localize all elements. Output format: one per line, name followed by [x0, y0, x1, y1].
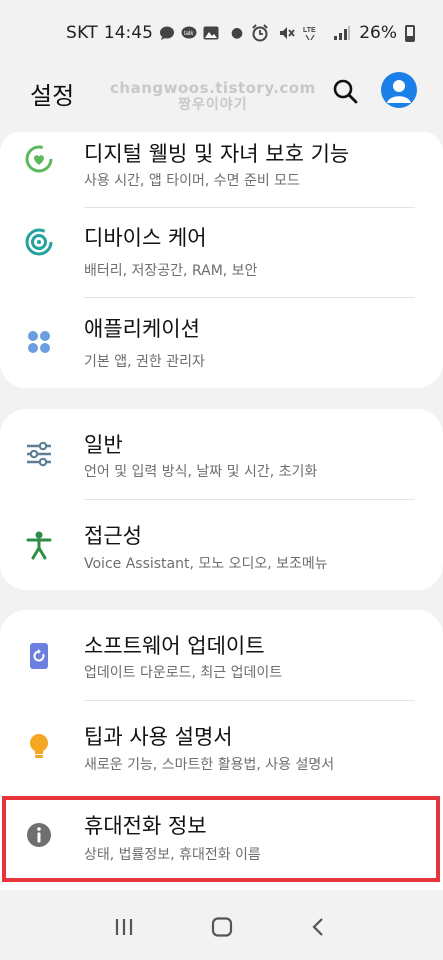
item-title: 일반 — [84, 433, 123, 457]
carrier-label: SKT — [66, 23, 98, 43]
search-button[interactable] — [330, 76, 362, 108]
lte-signal-icon: LTE — [303, 27, 316, 41]
item-subtitle: 기본 앱, 권한 관리자 — [84, 354, 205, 370]
gallery-icon — [203, 26, 219, 40]
signal-bars-icon — [334, 26, 351, 40]
navigation-bar — [0, 890, 443, 960]
item-title: 애플리케이션 — [84, 317, 200, 341]
status-left: SKT 14:45 talk ● — [66, 23, 243, 43]
item-subtitle: 배터리, 저장공간, RAM, 보안 — [84, 263, 258, 279]
account-icon — [387, 80, 411, 103]
item-title: 휴대전화 정보 — [84, 814, 207, 838]
home-icon — [211, 917, 233, 937]
software-update-icon — [24, 641, 54, 671]
lte-label: LTE — [303, 27, 316, 34]
recents-icon — [115, 919, 133, 935]
item-subtitle: 새로운 기능, 스마트한 활용법, 사용 설명서 — [84, 757, 335, 773]
settings-item-software-update[interactable]: 소프트웨어 업데이트 업데이트 다운로드, 최근 업데이트 — [0, 610, 443, 700]
settings-item-about-phone[interactable]: 휴대전화 정보 상태, 법률정보, 휴대전화 이름 — [0, 796, 443, 886]
battery-percent: 26% — [359, 23, 397, 43]
mute-icon — [280, 27, 295, 39]
app-header: 설정 changwoos.tistory.com 짱우이야기 — [0, 66, 443, 132]
device-care-icon — [24, 227, 54, 257]
status-right: LTE 26% — [251, 23, 415, 43]
apps-icon — [24, 327, 54, 357]
talk-icon: talk — [181, 26, 197, 39]
item-subtitle: 사용 시간, 앱 타이머, 수면 준비 모드 — [84, 173, 300, 189]
settings-item-general-management[interactable]: 일반 언어 및 입력 방식, 날짜 및 시간, 초기화 — [0, 409, 443, 499]
general-management-icon — [24, 439, 54, 469]
battery-icon — [405, 24, 415, 42]
alarm-icon — [252, 24, 268, 42]
settings-group-2: 일반 언어 및 입력 방식, 날짜 및 시간, 초기화 접근성 Voice As… — [0, 409, 443, 590]
item-title: 디지털 웰빙 및 자녀 보호 기능 — [84, 142, 350, 166]
settings-item-tips[interactable]: 팁과 사용 설명서 새로운 기능, 스마트한 활용법, 사용 설명서 — [0, 701, 443, 791]
item-title: 접근성 — [84, 524, 142, 548]
back-button[interactable] — [299, 912, 339, 942]
chat-icon — [159, 26, 174, 40]
page-title: 설정 — [30, 82, 75, 110]
recents-button[interactable] — [104, 912, 144, 942]
settings-group-3: 소프트웨어 업데이트 업데이트 다운로드, 최근 업데이트 팁과 사용 설명서 … — [0, 610, 443, 890]
tips-icon — [24, 731, 54, 761]
settings-item-applications[interactable]: 애플리케이션 기본 앱, 권한 관리자 — [0, 298, 443, 388]
digital-wellbeing-icon — [24, 144, 54, 174]
info-icon — [24, 820, 54, 850]
clock: 14:45 — [103, 23, 153, 43]
svg-text:talk: talk — [184, 31, 194, 37]
item-title: 팁과 사용 설명서 — [84, 725, 233, 749]
item-subtitle: 언어 및 입력 방식, 날짜 및 시간, 초기화 — [84, 464, 318, 480]
item-title: 소프트웨어 업데이트 — [84, 634, 265, 658]
settings-group-1: 디지털 웰빙 및 자녀 보호 기능 사용 시간, 앱 타이머, 수면 준비 모드… — [0, 132, 443, 388]
item-subtitle: 상태, 법률정보, 휴대전화 이름 — [84, 847, 261, 863]
search-icon — [333, 79, 358, 104]
watermark-url: changwoos.tistory.com — [110, 79, 316, 97]
item-title: 디바이스 케어 — [84, 226, 207, 250]
settings-item-accessibility[interactable]: 접근성 Voice Assistant, 모노 오디오, 보조메뉴 — [0, 500, 443, 590]
home-button[interactable] — [202, 912, 242, 942]
back-icon — [312, 918, 323, 936]
item-subtitle: 업데이트 다운로드, 최근 업데이트 — [84, 665, 283, 681]
status-bar: SKT 14:45 talk ● LTE 26% — [0, 0, 443, 66]
notification-dot-icon: ● — [230, 25, 244, 41]
watermark: changwoos.tistory.com 짱우이야기 — [110, 80, 316, 114]
accessibility-icon — [24, 530, 54, 560]
settings-item-device-care[interactable]: 디바이스 케어 배터리, 저장공간, RAM, 보안 — [0, 208, 443, 298]
item-subtitle: Voice Assistant, 모노 오디오, 보조메뉴 — [84, 556, 328, 572]
watermark-blog-name: 짱우이야기 — [178, 97, 248, 113]
account-button[interactable] — [381, 72, 417, 108]
